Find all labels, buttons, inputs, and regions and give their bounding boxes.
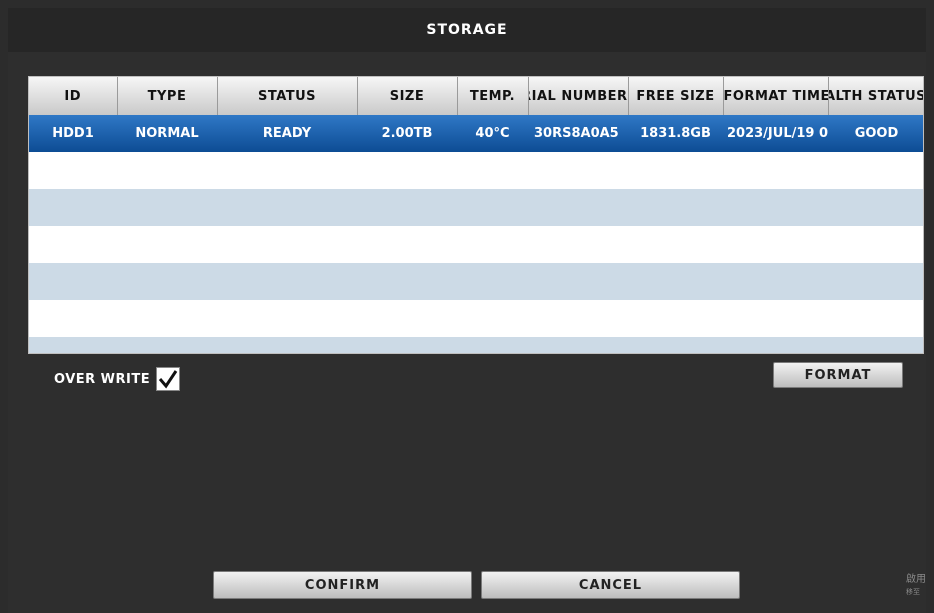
cell-id: HDD1 <box>29 115 117 152</box>
table-row[interactable] <box>29 337 923 353</box>
table-header-row: ID TYPE STATUS SIZE TEMP. SERIAL NUMBER … <box>29 77 923 115</box>
column-header-health-status[interactable]: HEALTH STATUS <box>828 77 923 115</box>
cell-size: 2.00TB <box>357 115 457 152</box>
column-header-size[interactable]: SIZE <box>357 77 458 115</box>
table-row[interactable] <box>29 189 923 226</box>
column-header-status[interactable]: STATUS <box>217 77 358 115</box>
cell-temp: 40°C <box>457 115 528 152</box>
table-row[interactable] <box>29 263 923 300</box>
column-header-temp[interactable]: TEMP. <box>457 77 529 115</box>
overwrite-option: OVER WRITE <box>54 366 181 392</box>
dialog-titlebar: STORAGE <box>8 8 926 52</box>
column-header-format-time[interactable]: FORMAT TIME <box>723 77 829 115</box>
overwrite-checkbox[interactable] <box>156 367 181 391</box>
column-header-id[interactable]: ID <box>29 77 118 115</box>
activation-watermark: 啟用 移至 <box>906 574 926 598</box>
cell-format-time: 2023/JUL/19 0 <box>723 115 828 152</box>
dialog-title: STORAGE <box>426 22 508 38</box>
cell-health-status: GOOD <box>828 115 923 152</box>
table-row[interactable] <box>29 226 923 263</box>
cell-type: NORMAL <box>117 115 217 152</box>
cell-serial-number: 30RS8A0A5 <box>528 115 628 152</box>
watermark-line2: 移至 <box>906 588 920 596</box>
table-row[interactable] <box>29 300 923 337</box>
confirm-button[interactable]: CONFIRM <box>213 571 472 599</box>
checkmark-icon <box>158 370 178 389</box>
table-row[interactable] <box>29 152 923 189</box>
cell-status: READY <box>217 115 357 152</box>
column-header-type[interactable]: TYPE <box>117 77 218 115</box>
column-header-free-size[interactable]: FREE SIZE <box>628 77 724 115</box>
format-button[interactable]: FORMAT <box>773 362 903 388</box>
cell-free-size: 1831.8GB <box>628 115 723 152</box>
column-header-serial-number[interactable]: SERIAL NUMBER <box>528 77 629 115</box>
watermark-line1: 啟用 <box>906 574 926 585</box>
cancel-button[interactable]: CANCEL <box>481 571 740 599</box>
overwrite-label: OVER WRITE <box>54 371 151 387</box>
table-row[interactable]: HDD1 NORMAL READY 2.00TB 40°C 30RS8A0A5 … <box>29 115 923 152</box>
storage-table: ID TYPE STATUS SIZE TEMP. SERIAL NUMBER … <box>28 76 924 354</box>
